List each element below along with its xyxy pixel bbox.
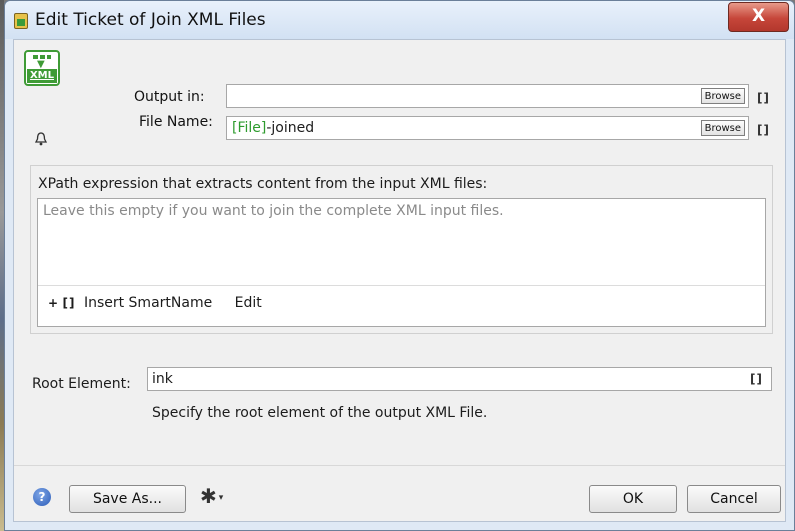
output-in-label: Output in: xyxy=(134,89,205,105)
footer-divider xyxy=(14,465,785,466)
gear-menu-button[interactable]: ✱ ▾ xyxy=(200,485,223,509)
root-element-label: Root Element: xyxy=(32,376,131,392)
cancel-button[interactable]: Cancel xyxy=(687,485,781,513)
file-name-label: File Name: xyxy=(139,114,213,130)
file-name-value: [File]-joined xyxy=(232,120,314,136)
file-name-token: [File] xyxy=(232,120,267,136)
file-name-browse-button[interactable]: Browse xyxy=(700,120,745,136)
root-element-field[interactable]: ink [] xyxy=(147,367,772,391)
dialog-content: ▼ XML Output in: Browse [] File Name: [F… xyxy=(13,39,786,522)
xpath-toolbar: + [] Insert SmartName Edit xyxy=(48,295,262,311)
file-name-suffix: -joined xyxy=(266,120,315,136)
bell-icon[interactable] xyxy=(35,132,47,146)
title-bar: Edit Ticket of Join XML Files X xyxy=(5,1,794,39)
file-name-smartname-button[interactable]: [] xyxy=(757,123,770,137)
output-in-smartname-button[interactable]: [] xyxy=(757,91,770,105)
xpath-label: XPath expression that extracts content f… xyxy=(38,176,488,192)
dialog-window: Edit Ticket of Join XML Files X ▼ XML Ou… xyxy=(4,0,795,531)
help-icon[interactable]: ? xyxy=(33,488,51,506)
tool-icon xyxy=(14,13,28,29)
insert-smartname-button[interactable]: Insert SmartName xyxy=(84,295,212,311)
smartname-icon: [] xyxy=(62,296,76,310)
output-in-field[interactable]: Browse xyxy=(226,84,749,108)
gear-icon: ✱ xyxy=(200,484,217,508)
chevron-down-icon: ▾ xyxy=(218,492,224,503)
root-element-hint: Specify the root element of the output X… xyxy=(152,405,488,421)
insert-plus-icon: + xyxy=(48,296,59,310)
edit-button[interactable]: Edit xyxy=(235,295,262,311)
xpath-divider xyxy=(38,285,765,286)
ok-button[interactable]: OK xyxy=(589,485,677,513)
root-element-value: ink xyxy=(152,371,173,387)
window-title: Edit Ticket of Join XML Files xyxy=(35,10,266,30)
xml-icon-label: XML xyxy=(27,69,57,83)
xpath-input[interactable]: Leave this empty if you want to join the… xyxy=(37,198,766,327)
file-name-field[interactable]: [File]-joined Browse xyxy=(226,116,749,140)
output-in-browse-button[interactable]: Browse xyxy=(700,88,745,104)
save-as-button[interactable]: Save As... xyxy=(69,485,186,513)
xml-join-icon: ▼ XML xyxy=(24,50,60,86)
xpath-placeholder: Leave this empty if you want to join the… xyxy=(43,203,504,219)
xpath-group: XPath expression that extracts content f… xyxy=(30,165,773,334)
root-element-smartname-button[interactable]: [] xyxy=(750,372,763,386)
close-button[interactable]: X xyxy=(728,2,789,32)
